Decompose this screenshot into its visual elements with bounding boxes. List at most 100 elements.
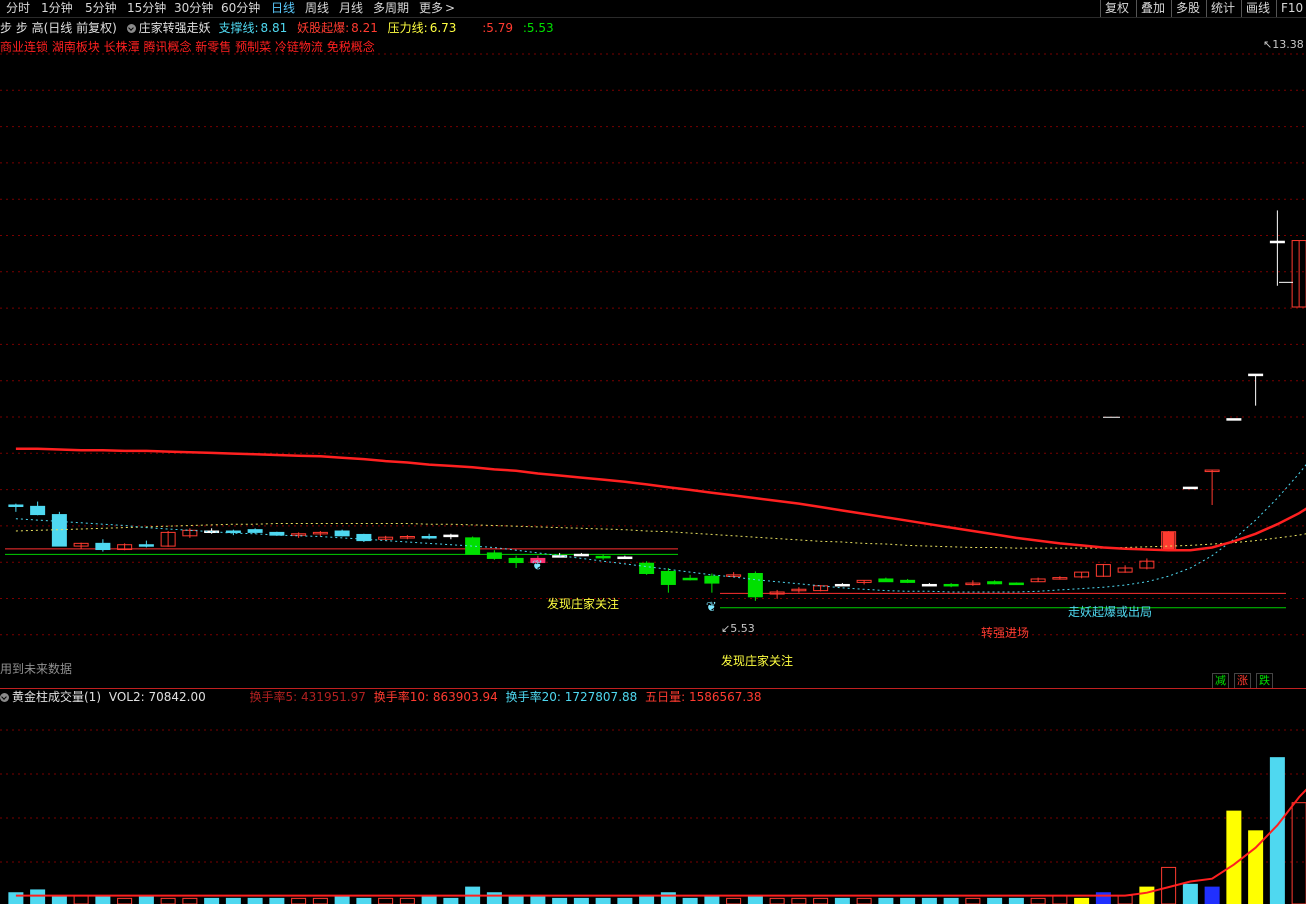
volume-menu-icon[interactable] — [0, 693, 9, 702]
volume-bar — [660, 892, 676, 904]
volume-bar — [791, 897, 807, 904]
period-daily[interactable]: 日线 — [271, 0, 295, 17]
volume-title[interactable]: 黄金柱成交量(1) — [12, 690, 101, 704]
candle-body — [1248, 373, 1264, 377]
candle-body — [1182, 486, 1198, 490]
high-price-label: ↖13.38 — [1263, 38, 1304, 51]
adjust-button[interactable]: 复权 — [1100, 0, 1136, 17]
butterfly-icon: ❦ — [532, 558, 543, 573]
period-multi[interactable]: 多周期 — [373, 0, 409, 17]
overlay-button[interactable]: 叠加 — [1136, 0, 1171, 17]
candle-body — [617, 556, 633, 560]
period-1min[interactable]: 1分钟 — [41, 0, 73, 17]
pressure-value: 6.73 — [429, 21, 457, 35]
high-marker-icon: ↖ — [1263, 38, 1273, 51]
period-intraday[interactable]: 分时 — [6, 0, 30, 17]
volume-ma — [15, 788, 1306, 897]
volume-bars — [8, 757, 1306, 904]
volume-bar — [291, 897, 307, 904]
volume-bar — [51, 895, 67, 904]
volume-bar — [73, 895, 89, 904]
candle-body — [878, 578, 894, 583]
period-toolbar: 分时 1分钟 5分钟 15分钟 30分钟 60分钟 日线 周线 月线 多周期 更… — [0, 0, 1306, 18]
volume-bar — [356, 897, 372, 904]
indicator-header: 步 步 高(日线 前复权) 庄家转强走妖 支撑线: 8.81 妖股起爆: 8.21 … — [0, 20, 554, 36]
volume-bar — [443, 897, 459, 904]
volume-bar — [900, 897, 916, 904]
candle-body — [30, 505, 46, 516]
volume-chart[interactable] — [0, 705, 1306, 904]
period-60min[interactable]: 60分钟 — [221, 0, 260, 17]
low-price-label: ↙5.53 — [721, 622, 755, 635]
multi-stock-button[interactable]: 多股 — [1171, 0, 1206, 17]
period-weekly[interactable]: 周线 — [305, 0, 329, 17]
volume-bar — [726, 897, 742, 904]
candle-body — [138, 544, 154, 547]
volume-bar — [965, 897, 981, 904]
volume-bar — [704, 895, 720, 904]
butterfly-icon: ❦ — [706, 600, 717, 615]
volume-bar — [595, 897, 611, 904]
candle-body — [1008, 582, 1024, 586]
volume-bar — [1008, 897, 1024, 904]
candle-body — [443, 534, 459, 538]
candle-body — [247, 529, 263, 533]
future-data-label: 用到未来数据 — [0, 662, 73, 676]
candle-body — [508, 557, 524, 564]
volume-bar — [138, 895, 154, 904]
turn-strong-label: 转强进场 — [981, 626, 1030, 640]
volume-bar — [1226, 810, 1242, 904]
period-5min[interactable]: 5分钟 — [85, 0, 117, 17]
candle-body — [987, 581, 1003, 585]
five-day-vol-value: 五日量: 1586567.38 — [645, 690, 762, 704]
indicator-name[interactable]: 庄家转强走妖 — [139, 21, 211, 35]
period-more[interactable]: 更多 > — [419, 0, 455, 17]
candle-body — [704, 575, 720, 584]
period-monthly[interactable]: 月线 — [339, 0, 363, 17]
support-value: 8.81 — [260, 21, 288, 35]
volume-bar — [1204, 886, 1220, 904]
candle-body — [639, 562, 655, 574]
candle-body — [225, 530, 241, 534]
volume-bar — [943, 897, 959, 904]
volume-bar — [508, 895, 524, 904]
volume-bar — [1095, 892, 1111, 904]
candle-body — [465, 537, 481, 555]
volume-bar — [552, 897, 568, 904]
volume-bar — [813, 897, 829, 904]
statistics-button[interactable]: 统计 — [1206, 0, 1241, 17]
legend-jian: 减 — [1212, 673, 1229, 689]
volume-grid — [0, 729, 1306, 863]
volume-bar — [30, 889, 46, 904]
candle-body — [334, 530, 350, 537]
volume-bar — [225, 897, 241, 904]
monster-value: 8.21 — [351, 21, 378, 35]
low-price-value: 5.53 — [730, 622, 755, 635]
period-15min[interactable]: 15分钟 — [127, 0, 166, 17]
candle-body — [486, 552, 502, 559]
candle-body — [834, 583, 850, 587]
volume-bar — [987, 897, 1003, 904]
volume-bar — [378, 897, 394, 904]
candle-body — [1226, 418, 1242, 421]
volume-bar — [486, 892, 502, 904]
volume-bar — [269, 897, 285, 904]
volume-bar — [1052, 895, 1068, 904]
indicator-menu-icon[interactable] — [126, 24, 136, 33]
f10-button[interactable]: F10 — [1276, 0, 1306, 17]
candle-body — [747, 572, 763, 598]
candle-body — [95, 542, 111, 551]
more-label: 更多 — [419, 1, 444, 15]
candle-body — [900, 579, 916, 583]
volume-bar — [530, 895, 546, 904]
volume-bar — [573, 897, 589, 904]
candlestick-chart[interactable]: ❦❦ — [0, 36, 1306, 688]
value-1: :5.79 — [482, 21, 514, 35]
period-30min[interactable]: 30分钟 — [174, 0, 213, 17]
volume-header: 黄金柱成交量(1) VOL2: 70842.00 换手率5: 431951.97… — [0, 689, 762, 705]
vol2-value: VOL2: 70842.00 — [108, 690, 206, 704]
volume-bar — [247, 897, 263, 904]
draw-line-button[interactable]: 画线 — [1241, 0, 1276, 17]
volume-bar — [878, 897, 894, 904]
pressure-label: 压力线: — [387, 21, 428, 35]
